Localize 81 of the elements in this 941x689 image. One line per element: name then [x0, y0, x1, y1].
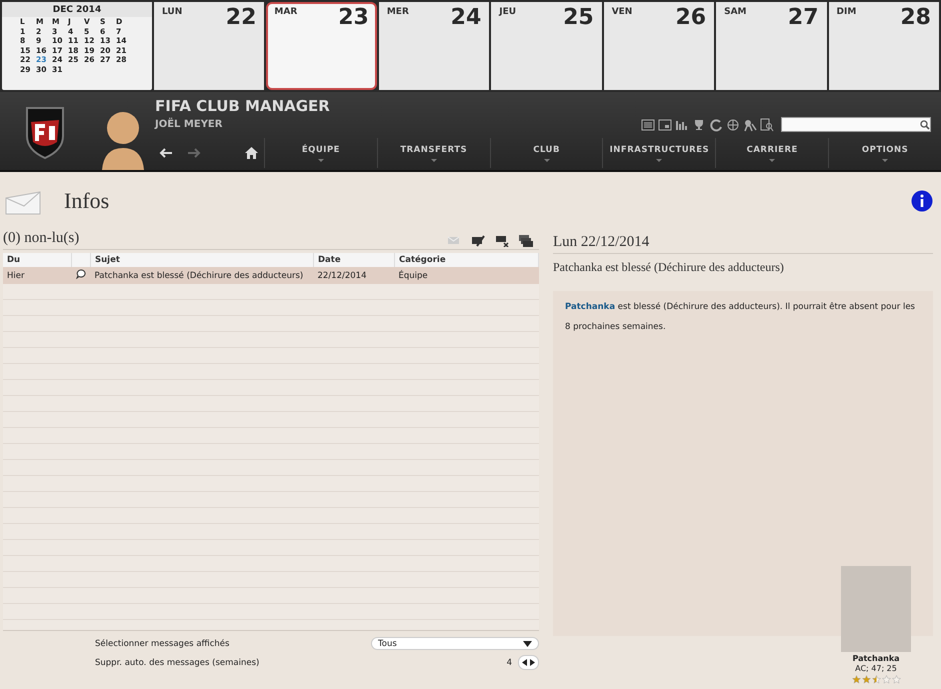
globe-icon[interactable]	[726, 118, 740, 132]
nav-menu-item[interactable]: INFRASTRUCTURES	[602, 138, 716, 168]
day-number: 26	[675, 7, 706, 32]
day-number: 25	[563, 7, 594, 32]
caret-icon	[656, 158, 662, 162]
nav-menu-item[interactable]: CARRIERE	[715, 138, 828, 168]
message-subject: Patchanka est blessé (Déchirure des adducteurs)	[553, 260, 785, 275]
weekday-label: VEN	[612, 7, 632, 19]
table-cell: Hier	[3, 267, 72, 284]
calendar-month: DEC 2014	[2, 2, 152, 17]
weekday-label: MER	[386, 7, 409, 19]
nav-menu-item[interactable]: ÉQUIPE	[264, 138, 377, 168]
manager-name: JOËL MEYER	[155, 119, 224, 130]
trophy-icon[interactable]	[692, 118, 706, 132]
day-column[interactable]: MAR 23	[266, 2, 377, 90]
column-header[interactable]: Date	[314, 253, 394, 267]
star-icon	[872, 675, 880, 684]
column-header[interactable]: Sujet	[90, 253, 314, 267]
stacked-envelopes-icon[interactable]	[519, 235, 533, 247]
weekday-label: MAR	[274, 7, 298, 19]
spinner-icon[interactable]	[709, 118, 723, 132]
search-icon[interactable]	[920, 120, 930, 130]
day-column[interactable]: JEU 25	[491, 2, 602, 90]
day-number: 27	[788, 7, 819, 32]
caret-icon	[430, 158, 437, 162]
speech-bubble-icon	[76, 269, 86, 279]
search-field[interactable]	[781, 117, 931, 132]
nav-menu-item[interactable]: TRANSFERTS	[376, 138, 490, 168]
day-number: 23	[338, 7, 369, 32]
stepper-control[interactable]	[518, 655, 539, 670]
caret-icon	[882, 158, 888, 162]
caret-icon	[318, 158, 324, 162]
stepper-value: 4	[506, 658, 512, 668]
message-row[interactable]: Hier Patchanka est blessé (Déchirure des adducteurs) 22/12/2014 Équipe	[3, 267, 538, 284]
caret-icon	[544, 158, 550, 162]
day-column[interactable]: LUN 22	[154, 2, 264, 90]
table-cell: Équipe	[394, 267, 538, 284]
weekday-label: LUN	[162, 7, 182, 19]
app-title: FIFA CLUB MANAGER	[155, 97, 331, 115]
weekday-label: SAM	[724, 7, 747, 19]
day-column[interactable]: DIM 28	[828, 2, 939, 90]
column-header[interactable]: Catégorie	[394, 253, 538, 267]
page-title: Infos	[64, 188, 110, 214]
unread-count: (0) non-lu(s)	[3, 230, 80, 247]
back-arrow-icon[interactable]	[159, 148, 173, 158]
weekday-label: DIM	[836, 7, 856, 19]
nav-menu-item[interactable]: OPTIONS	[828, 138, 941, 168]
day-column[interactable]: SAM 27	[716, 2, 827, 90]
right-arrow-icon[interactable]	[530, 659, 535, 666]
window-icon[interactable]	[658, 118, 672, 132]
day-number: 24	[450, 7, 482, 32]
message-text: Patchanka est blessé (Déchirure des adducteurs). Il pourrait être absent pour les 8 prochaines semaines.	[565, 301, 916, 334]
day-number: 28	[900, 7, 931, 32]
player-stats: AC; 47; 25	[855, 664, 897, 674]
left-arrow-icon[interactable]	[522, 659, 527, 666]
day-number: 22	[226, 7, 256, 32]
nav-menu-item[interactable]: CLUB	[490, 138, 602, 168]
player-name: Patchanka	[852, 654, 900, 664]
caret-icon	[523, 640, 532, 646]
document-list-icon[interactable]	[641, 118, 655, 132]
day-column[interactable]: MER 24	[378, 2, 490, 90]
column-header[interactable]: Du	[3, 253, 72, 267]
info-icon[interactable]	[911, 190, 933, 212]
player-link[interactable]: Patchanka	[565, 302, 616, 312]
caret-icon	[769, 158, 776, 162]
table-cell: Patchanka est blessé (Déchirure des adducteurs)	[90, 267, 314, 284]
day-column[interactable]: VEN 26	[604, 2, 714, 90]
weekday-label: JEU	[499, 7, 516, 19]
message-date: Lun 22/12/2014	[553, 234, 933, 254]
star-icon	[892, 675, 900, 684]
forward-arrow-icon[interactable]	[187, 148, 201, 158]
bar-chart-icon[interactable]	[675, 118, 689, 132]
document-search-icon[interactable]	[760, 118, 774, 132]
star-icon	[882, 675, 890, 684]
filter-dropdown[interactable]: Tous	[371, 637, 539, 650]
home-icon[interactable]	[245, 147, 258, 159]
setting-label: Sélectionner messages affichés	[95, 638, 230, 648]
setting-label: Suppr. auto. des messages (semaines)	[95, 658, 260, 668]
star-icon	[862, 675, 870, 684]
table-cell: 22/12/2014	[314, 267, 394, 284]
star-icon	[852, 675, 860, 684]
